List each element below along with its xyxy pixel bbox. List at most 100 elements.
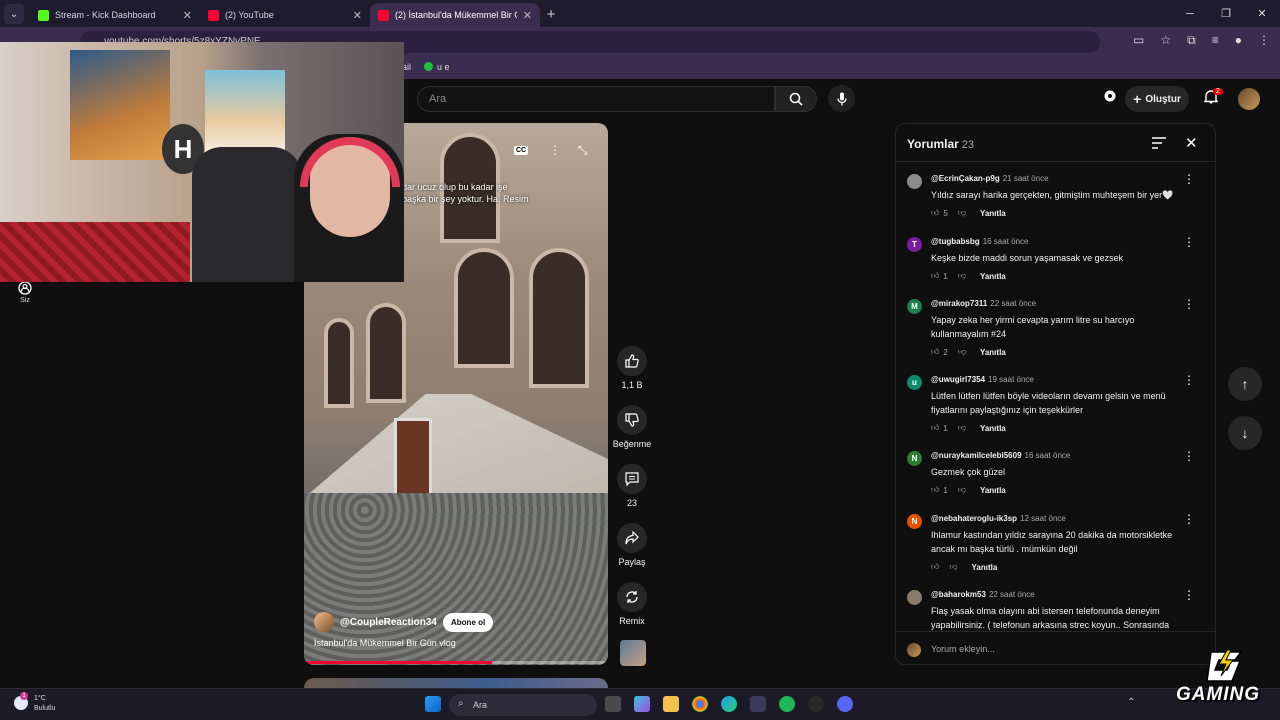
comment-like-icon[interactable]: 👍︎	[931, 562, 939, 572]
account-avatar[interactable]	[1238, 88, 1260, 110]
tab-search-button[interactable]: ⌄	[4, 4, 24, 24]
bookmark-label: u e	[437, 62, 450, 72]
sort-comments-icon[interactable]	[1152, 136, 1166, 154]
tab-youtube[interactable]: (2) YouTube ✕	[200, 3, 370, 27]
comment-dislike-icon[interactable]: 👎︎	[958, 347, 966, 357]
maximize-button[interactable]: ❐	[1208, 0, 1244, 27]
comments-panel: Yorumlar 23 ✕ @EcrinÇakan-p9g 21 saat önce…	[895, 123, 1216, 665]
new-tab-button[interactable]: +	[540, 3, 562, 25]
like-action[interactable]: 1,1 B	[612, 346, 652, 390]
comment-author[interactable]: @EcrinÇakan-p9g 21 saat önce	[931, 174, 1049, 183]
comment-menu-icon[interactable]: ⋮	[1183, 512, 1195, 526]
spotify-icon[interactable]	[779, 696, 795, 712]
settings-sparkle-icon[interactable]	[1103, 89, 1117, 108]
tab-close-icon[interactable]: ✕	[183, 9, 192, 22]
comment-menu-icon[interactable]: ⋮	[1183, 588, 1195, 602]
comment-author[interactable]: @uwugirl7354 19 saat önce	[931, 375, 1034, 384]
comment-dislike-icon[interactable]: 👎︎	[958, 271, 966, 281]
close-window-button[interactable]: ✕	[1244, 0, 1280, 27]
share-action[interactable]: Paylaş	[612, 523, 652, 567]
create-button[interactable]: + Oluştur	[1125, 86, 1189, 112]
add-comment-input[interactable]: Yorum ekleyin...	[931, 644, 995, 654]
tray-chevron-icon[interactable]: ⌃	[1127, 697, 1135, 708]
comment-like-icon[interactable]: 👍︎	[931, 485, 939, 495]
weather-widget[interactable]: 1 1°C Bulutlu	[14, 692, 55, 714]
comment-like-icon[interactable]: 👍︎	[931, 423, 939, 433]
comments-action[interactable]: 23	[612, 464, 652, 508]
search-input[interactable]: Ara	[417, 86, 775, 112]
comment-menu-icon[interactable]: ⋮	[1183, 373, 1195, 387]
cast-icon[interactable]: ▭	[1133, 33, 1144, 48]
discord-icon[interactable]	[837, 696, 853, 712]
taskbar-search[interactable]: Ara	[449, 694, 597, 716]
next-short-button[interactable]: ↓	[1228, 416, 1262, 450]
search-button[interactable]	[775, 86, 817, 112]
comment-author[interactable]: @tugbabsbg 16 saat önce	[931, 237, 1029, 246]
bookmark-item[interactable]: u e	[424, 62, 450, 72]
comment-dislike-icon[interactable]: 👎︎	[958, 208, 966, 218]
comment-avatar[interactable]	[907, 174, 922, 189]
subscribe-button[interactable]: Abone ol	[443, 612, 494, 632]
comment-dislike-icon[interactable]: 👎︎	[958, 485, 966, 495]
task-view-icon[interactable]	[605, 696, 621, 712]
remix-source-thumbnail[interactable]	[620, 640, 646, 666]
reply-button[interactable]: Yanıtla	[980, 348, 1006, 357]
start-windows-icon[interactable]	[425, 696, 441, 712]
comment-menu-icon[interactable]: ⋮	[1183, 172, 1195, 186]
webcam-bed	[0, 222, 190, 282]
reply-button[interactable]: Yanıtla	[972, 563, 998, 572]
reply-button[interactable]: Yanıtla	[980, 209, 1006, 218]
voice-search-button[interactable]	[828, 85, 855, 112]
comment-like-icon[interactable]: 👍︎	[931, 347, 939, 357]
sidebar-item-you[interactable]: Siz	[10, 281, 40, 304]
comment-avatar[interactable]: N	[907, 514, 922, 529]
comment-dislike-icon[interactable]: 👎︎	[949, 562, 957, 572]
channel-avatar[interactable]	[314, 612, 334, 632]
browser-menu-icon[interactable]: ⋮	[1258, 33, 1270, 48]
dislike-action[interactable]: Beğenme	[612, 405, 652, 449]
comment-avatar[interactable]: M	[907, 299, 922, 314]
comment-menu-icon[interactable]: ⋮	[1183, 297, 1195, 311]
tab-istanbul-short[interactable]: (2) İstanbul'da Mükemmel Bir G ✕	[370, 3, 540, 27]
playlist-icon[interactable]: ≡	[1212, 33, 1219, 48]
comment-author[interactable]: @nebahateroglu-ik3sp 12 saat önce	[931, 514, 1066, 523]
video-progress-bar[interactable]	[304, 661, 608, 664]
reply-button[interactable]: Yanıtla	[980, 272, 1006, 281]
comment-author[interactable]: @nuraykamilcelebi5609 16 saat önce	[931, 451, 1070, 460]
channel-name[interactable]: @CoupleReaction34	[340, 617, 437, 628]
windows-taskbar: 1 1°C Bulutlu Ara ⌕ ⌃	[0, 688, 1280, 720]
previous-short-button[interactable]: ↑	[1228, 367, 1262, 401]
store-icon[interactable]	[750, 696, 766, 712]
obs-icon[interactable]	[808, 696, 824, 712]
expand-icon[interactable]: ⤡	[578, 143, 588, 158]
copilot-icon[interactable]	[634, 696, 650, 712]
edge-icon[interactable]	[721, 696, 737, 712]
tab-close-icon[interactable]: ✕	[523, 9, 532, 22]
remix-action[interactable]: Remix	[612, 582, 652, 626]
close-comments-icon[interactable]: ✕	[1185, 134, 1198, 152]
comment-dislike-icon[interactable]: 👎︎	[958, 423, 966, 433]
video-more-icon[interactable]: ⋮	[549, 143, 561, 157]
comment-avatar[interactable]	[907, 590, 922, 605]
video-title[interactable]: İstanbul'da Mükemmel Bir Gün vlog	[314, 638, 456, 648]
extensions-icon[interactable]: ⧉	[1187, 33, 1196, 48]
profile-icon[interactable]: ●	[1235, 33, 1242, 48]
chrome-icon[interactable]	[692, 696, 708, 712]
bookmark-star-icon[interactable]: ☆	[1160, 33, 1171, 48]
comment-like-icon[interactable]: 👍︎	[931, 208, 939, 218]
comment-avatar[interactable]: N	[907, 451, 922, 466]
comment-avatar[interactable]: u	[907, 375, 922, 390]
captions-button[interactable]: CC	[514, 146, 529, 155]
comment-like-icon[interactable]: 👍︎	[931, 271, 939, 281]
reply-button[interactable]: Yanıtla	[980, 424, 1006, 433]
comment-author[interactable]: @baharokm53 22 saat önce	[931, 590, 1035, 599]
minimize-button[interactable]: ─	[1172, 0, 1208, 27]
tab-kick-dashboard[interactable]: Stream - Kick Dashboard ✕	[30, 3, 200, 27]
file-explorer-icon[interactable]	[663, 696, 679, 712]
reply-button[interactable]: Yanıtla	[980, 486, 1006, 495]
comment-author[interactable]: @mirakop7311 22 saat önce	[931, 299, 1036, 308]
comment-avatar[interactable]: T	[907, 237, 922, 252]
comment-menu-icon[interactable]: ⋮	[1183, 449, 1195, 463]
comment-menu-icon[interactable]: ⋮	[1183, 235, 1195, 249]
tab-close-icon[interactable]: ✕	[353, 9, 362, 22]
